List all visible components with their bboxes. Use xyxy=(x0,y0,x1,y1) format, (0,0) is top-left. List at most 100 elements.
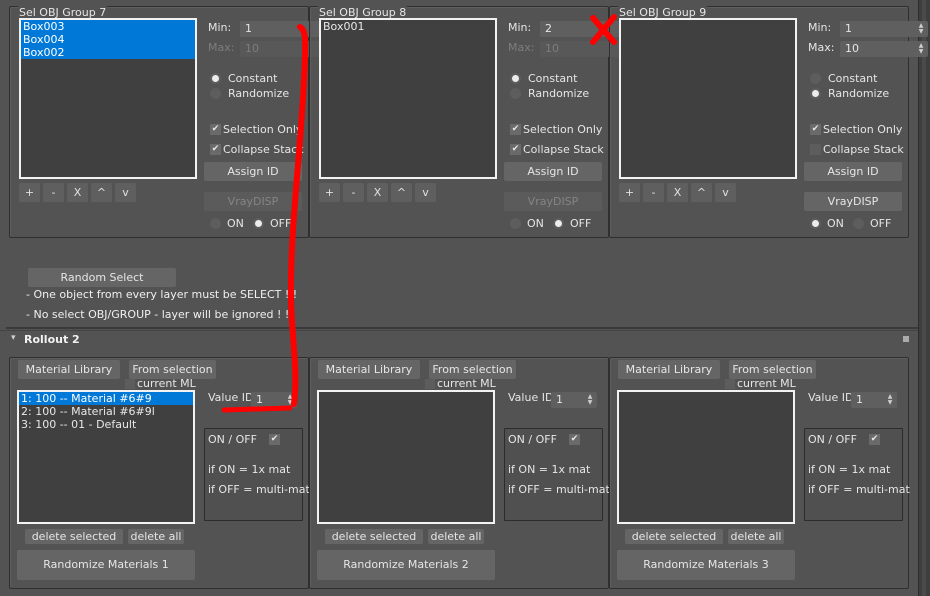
min-label: Min: xyxy=(808,21,832,34)
constant-radio[interactable] xyxy=(210,73,221,84)
vraydisp-off-radio[interactable] xyxy=(853,218,864,229)
object-list-item[interactable]: Box002 xyxy=(21,46,195,59)
material-list-item[interactable]: 2: 100 -- Material #6#9l xyxy=(19,405,193,418)
drag-grip-icon[interactable] xyxy=(903,336,909,342)
selection-only-checkbox[interactable]: ✔ xyxy=(810,124,821,135)
assign-id-button[interactable]: Assign ID xyxy=(504,162,602,181)
current-ml-checkbox[interactable] xyxy=(425,379,435,389)
object-list-item[interactable]: Box001 xyxy=(321,20,495,33)
constant-radio[interactable] xyxy=(810,73,821,84)
move-down-button[interactable]: v xyxy=(415,183,436,202)
vraydisp-on-radio[interactable] xyxy=(510,218,521,229)
material-library-button[interactable]: Material Library xyxy=(18,360,120,379)
vraydisp-button[interactable]: VrayDISP xyxy=(804,192,902,211)
material-list[interactable] xyxy=(317,390,495,524)
move-up-button[interactable]: ^ xyxy=(691,183,712,202)
object-list-item[interactable]: Box004 xyxy=(21,33,195,46)
object-list-item[interactable]: Box003 xyxy=(21,20,195,33)
min-value: 1 xyxy=(245,22,252,35)
add-object-button[interactable]: + xyxy=(319,183,340,202)
randomize-radio[interactable] xyxy=(210,88,221,99)
current-ml-label: current ML xyxy=(737,377,796,390)
delete-selected-button[interactable]: delete selected xyxy=(625,529,723,544)
randomize-materials-button[interactable]: Randomize Materials 2 xyxy=(317,550,495,580)
vraydisp-off-radio[interactable] xyxy=(553,218,564,229)
material-library-button[interactable]: Material Library xyxy=(618,360,720,379)
remove-object-button[interactable]: - xyxy=(643,183,664,202)
on-off-checkbox[interactable]: ✔ xyxy=(869,434,880,445)
value-id-spinner[interactable]: 1 ▲ ▼ xyxy=(551,392,597,408)
material-library-button[interactable]: Material Library xyxy=(318,360,420,379)
clear-list-button[interactable]: X xyxy=(667,183,688,202)
vraydisp-button[interactable]: VrayDISP xyxy=(204,192,302,211)
current-ml-checkbox[interactable] xyxy=(125,379,135,389)
material-list[interactable]: 1: 100 -- Material #6#9 2: 100 -- Materia… xyxy=(17,390,195,524)
note-line-2: - No select OBJ/GROUP - layer will be ig… xyxy=(26,308,290,321)
collapse-triangle-icon[interactable]: ▾ xyxy=(11,333,16,343)
value-id-value: 1 xyxy=(556,393,563,406)
collapse-stack-checkbox[interactable]: ✔ xyxy=(210,144,221,155)
move-up-button[interactable]: ^ xyxy=(391,183,412,202)
delete-selected-button[interactable]: delete selected xyxy=(325,529,423,544)
delete-selected-button[interactable]: delete selected xyxy=(25,529,123,544)
value-id-spinner[interactable]: 1 ▲ ▼ xyxy=(251,392,297,408)
spinner-arrows-icon[interactable]: ▲▼ xyxy=(918,23,924,35)
vraydisp-button[interactable]: VrayDISP xyxy=(504,192,602,211)
material-panel-2: Material Library From selection current … xyxy=(309,357,610,589)
collapse-stack-checkbox[interactable]: ✔ xyxy=(510,144,521,155)
sel-obj-group-2: Sel OBJ Group 8 Box001 + - X ^ v Min: 2 … xyxy=(309,6,628,238)
assign-id-button[interactable]: Assign ID xyxy=(804,162,902,181)
object-list[interactable]: Box001 xyxy=(319,18,497,179)
if-off-text: if OFF = multi-mat xyxy=(508,483,610,496)
spinner-arrows-icon[interactable]: ▲▼ xyxy=(287,394,293,406)
max-spinner[interactable]: 10 ▲▼ xyxy=(840,41,928,57)
material-list-item[interactable]: 3: 100 -- 01 - Default xyxy=(19,418,193,431)
clear-list-button[interactable]: X xyxy=(367,183,388,202)
object-list[interactable] xyxy=(619,18,797,179)
add-object-button[interactable]: + xyxy=(619,183,640,202)
value-id-spinner[interactable]: 1 ▲ ▼ xyxy=(851,392,897,408)
value-id-value: 1 xyxy=(256,393,263,406)
on-off-label: ON / OFF xyxy=(208,433,257,446)
clear-list-button[interactable]: X xyxy=(67,183,88,202)
delete-all-button[interactable]: delete all xyxy=(728,529,784,544)
randomize-radio[interactable] xyxy=(510,88,521,99)
rollout-2-header[interactable]: ▾ Rollout 2 xyxy=(6,331,918,349)
randomize-materials-button[interactable]: Randomize Materials 1 xyxy=(17,550,195,580)
constant-label: Constant xyxy=(228,72,278,85)
on-off-checkbox[interactable]: ✔ xyxy=(269,434,280,445)
min-spinner[interactable]: 1 ▲▼ xyxy=(840,21,928,37)
randomize-materials-button[interactable]: Randomize Materials 3 xyxy=(617,550,795,580)
delete-all-button[interactable]: delete all xyxy=(128,529,184,544)
on-off-checkbox[interactable]: ✔ xyxy=(569,434,580,445)
remove-object-button[interactable]: - xyxy=(343,183,364,202)
spinner-arrows-icon[interactable]: ▲▼ xyxy=(918,43,924,55)
selection-only-checkbox[interactable]: ✔ xyxy=(210,124,221,135)
collapse-stack-checkbox[interactable] xyxy=(810,144,821,155)
spinner-arrows-icon[interactable]: ▲▼ xyxy=(887,394,893,406)
material-list-item[interactable]: 1: 100 -- Material #6#9 xyxy=(19,392,193,405)
move-up-button[interactable]: ^ xyxy=(91,183,112,202)
randomize-radio[interactable] xyxy=(810,88,821,99)
delete-all-button[interactable]: delete all xyxy=(428,529,484,544)
random-select-button[interactable]: Random Select xyxy=(28,268,176,287)
move-down-button[interactable]: v xyxy=(715,183,736,202)
current-ml-checkbox[interactable] xyxy=(725,379,735,389)
max-value: 10 xyxy=(845,42,859,55)
panel-scrollbar[interactable] xyxy=(918,0,930,596)
vraydisp-off-radio[interactable] xyxy=(253,218,264,229)
scrollbar-track[interactable] xyxy=(922,0,926,596)
vraydisp-on-radio[interactable] xyxy=(810,218,821,229)
assign-id-button[interactable]: Assign ID xyxy=(204,162,302,181)
move-down-button[interactable]: v xyxy=(115,183,136,202)
remove-object-button[interactable]: - xyxy=(43,183,64,202)
object-list[interactable]: Box003 Box004 Box002 xyxy=(19,18,197,179)
add-object-button[interactable]: + xyxy=(19,183,40,202)
constant-label: Constant xyxy=(528,72,578,85)
spinner-arrows-icon[interactable]: ▲▼ xyxy=(587,394,593,406)
constant-radio[interactable] xyxy=(510,73,521,84)
material-list[interactable] xyxy=(617,390,795,524)
selection-only-checkbox[interactable]: ✔ xyxy=(510,124,521,135)
vraydisp-on-radio[interactable] xyxy=(210,218,221,229)
max-label: Max: xyxy=(508,41,535,54)
